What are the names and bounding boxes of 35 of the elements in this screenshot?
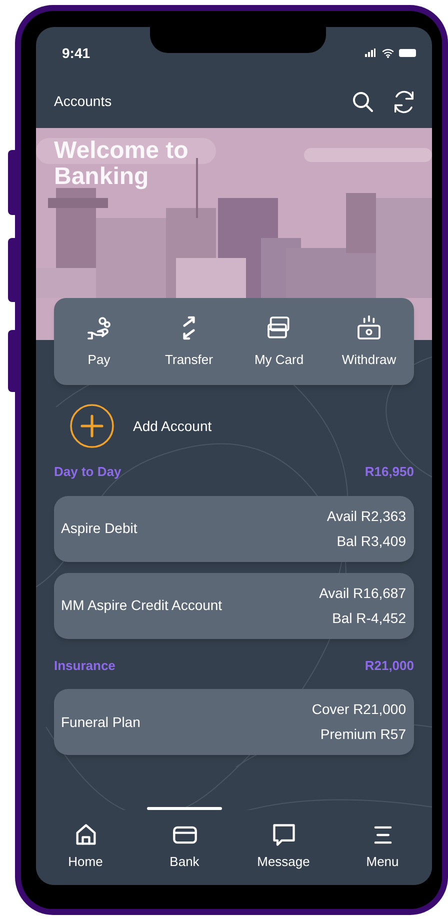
plus-circle-icon (68, 402, 116, 450)
account-name: Funeral Plan (61, 712, 140, 732)
group-name: Insurance (54, 656, 116, 674)
banner-title: Welcome to Banking (54, 138, 190, 190)
header-title: Accounts (54, 92, 112, 111)
account-name: MM Aspire Credit Account (61, 596, 222, 615)
add-account-button[interactable]: Add Account (68, 402, 212, 450)
status-time: 9:41 (62, 44, 90, 62)
chat-bubble-icon (270, 822, 296, 848)
account-card[interactable]: Funeral Plan Cover R21,000 Premium R57 (54, 689, 414, 755)
quick-action-button[interactable]: Pay (54, 298, 144, 385)
account-detail: Bal R3,409 (336, 532, 406, 550)
account-name: Aspire Debit (61, 519, 138, 538)
account-detail: Avail R2,363 (326, 506, 406, 526)
group-name: Day to Day (54, 463, 122, 481)
account-card[interactable]: Aspire Debit Avail R2,363 Bal R3,409 (54, 496, 414, 562)
group-total: R21,000 (364, 656, 414, 674)
search-icon (351, 90, 375, 114)
account-card[interactable]: MM Aspire Credit Account Avail R16,687 Bal R-4,452 (54, 572, 414, 638)
wifi-icon (381, 47, 395, 59)
account-detail: Bal R-4,452 (332, 608, 406, 628)
group-total: R16,950 (364, 463, 414, 481)
nav-tab[interactable]: Message (234, 810, 333, 885)
account-detail: Premium R57 (320, 725, 406, 744)
signal-icon (363, 47, 377, 59)
quick-action-button[interactable]: My Card (234, 298, 324, 385)
nav-tab[interactable]: Menu (333, 810, 432, 885)
account-detail: Cover R21,000 (312, 700, 406, 719)
quick-action-button[interactable]: Withdraw (324, 298, 414, 385)
quick-action-button[interactable]: Transfer (144, 298, 234, 385)
nav-tab[interactable]: Bank (135, 810, 234, 885)
nav-tab[interactable]: Home (36, 810, 135, 885)
battery-icon (399, 49, 416, 57)
cash-box-icon (355, 314, 383, 342)
account-detail: Avail R16,687 (319, 584, 406, 602)
